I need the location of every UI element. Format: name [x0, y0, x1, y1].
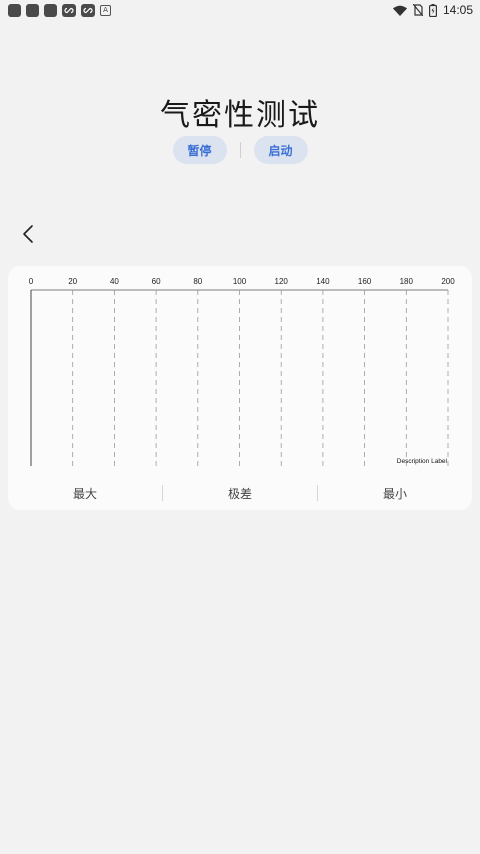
x-tick-label: 40: [110, 277, 119, 286]
status-right: 14:05: [392, 3, 473, 17]
x-tick-label: 200: [441, 277, 455, 286]
status-time: 14:05: [442, 3, 473, 17]
wifi-icon: [392, 5, 407, 16]
notification-square-icon: [26, 3, 39, 17]
min-stat: 最小: [382, 486, 407, 501]
x-tick-label: 60: [152, 277, 161, 286]
max-stat: 最大: [72, 486, 97, 501]
back-chevron-icon[interactable]: [18, 222, 38, 246]
x-tick-label: 140: [316, 277, 330, 286]
chart-card: 0 20 40 60 80 100 120 140 160 180 200 Description L…: [8, 266, 472, 510]
x-tick-label: 160: [358, 277, 372, 286]
notification-square-icon: [8, 3, 21, 17]
description-label: Description Label: [397, 458, 448, 465]
status-left: A: [8, 3, 111, 17]
no-sim-icon: [412, 4, 423, 16]
stats-row: 最大 极差 最小: [8, 480, 472, 506]
link-app-icon: [62, 3, 76, 17]
page-title: 气密性测试: [160, 98, 320, 133]
range-stat: 极差: [227, 486, 252, 501]
control-buttons: 暂停 启动: [0, 136, 480, 164]
x-tick-label: 100: [233, 277, 247, 286]
start-button[interactable]: 启动: [253, 136, 308, 164]
x-tick-label: 0: [29, 277, 34, 286]
line-chart: 0 20 40 60 80 100 120 140 160 180 200 Description L…: [29, 277, 455, 466]
x-tick-label: 80: [193, 277, 202, 286]
a-icon: A: [100, 4, 111, 16]
battery-icon: [428, 3, 437, 17]
notification-square-icon: [44, 3, 57, 17]
link-app-icon: [81, 3, 95, 17]
x-tick-label: 180: [400, 277, 414, 286]
button-divider: [239, 142, 241, 158]
x-tick-label: 120: [275, 277, 289, 286]
x-tick-label: 20: [68, 277, 77, 286]
pause-button[interactable]: 暂停: [172, 136, 227, 164]
status-bar: A 14:05: [0, 0, 480, 20]
